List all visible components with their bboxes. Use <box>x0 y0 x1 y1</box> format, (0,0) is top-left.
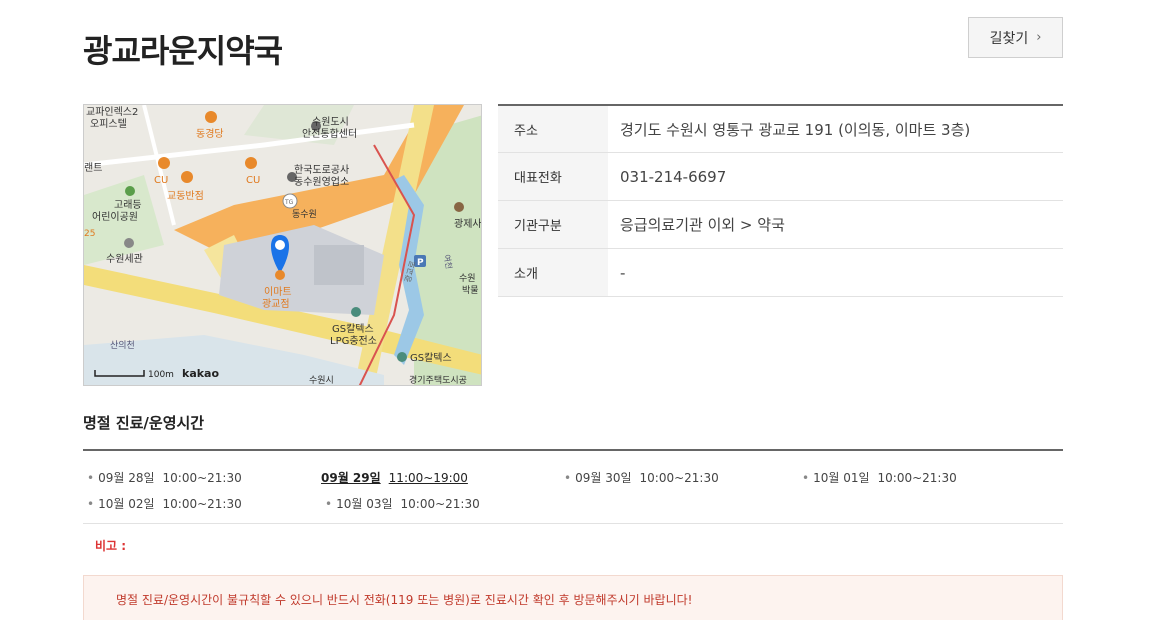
map-label: 교동반점 <box>167 190 204 202</box>
scale-label: 100m <box>148 370 174 380</box>
map-label: 동수원영업소 <box>294 175 349 188</box>
poi-icon <box>245 157 257 169</box>
route-button-label: 길찾기 <box>989 30 1029 47</box>
hour-date: 10월 03일 <box>336 497 393 511</box>
map-provider-logo: kakao <box>182 367 219 380</box>
hour-time: 10:00~21:30 <box>162 471 242 485</box>
poi-icon <box>158 157 170 169</box>
map-label: 고래등 <box>114 199 142 211</box>
map-label: 동수원 <box>292 209 317 220</box>
map-label: 경기주택도시공 <box>409 374 467 386</box>
map-label: 수원도시 <box>312 116 349 128</box>
map-label: GS칼텍스 <box>410 351 452 364</box>
info-row-phone: 대표전화 031-214-6697 <box>498 153 1063 201</box>
poi-icon <box>205 111 217 123</box>
map-label: 교파인렉스2 <box>86 106 138 118</box>
map-label: LPG충전소 <box>330 335 377 347</box>
map-label: 랜트 <box>84 162 102 174</box>
address-value: 경기도 수원시 영통구 광교로 191 (이의동, 이마트 3층) <box>620 120 971 139</box>
poi-icon <box>125 186 135 196</box>
info-label: 소개 <box>498 249 608 296</box>
poi-icon <box>275 270 285 280</box>
info-row-address: 주소 경기도 수원시 영통구 광교로 191 (이의동, 이마트 3층) <box>498 106 1063 153</box>
holiday-hours-list: • 09월 28일 10:00~21:30 09월 29일 11:00~19:00 •… <box>83 449 1063 524</box>
poi-icon <box>124 238 134 248</box>
poi-icon <box>454 202 464 212</box>
map-label: 25 <box>84 229 95 239</box>
info-label: 주소 <box>498 106 608 152</box>
hour-time: 10:00~21:30 <box>162 497 242 511</box>
chevron-right-icon: › <box>1036 30 1042 45</box>
map-label: 수원시 <box>309 375 334 386</box>
hour-time: 10:00~21:30 <box>400 497 480 511</box>
hour-date: 10월 02일 <box>98 497 155 511</box>
hour-time: 10:00~21:30 <box>639 471 719 485</box>
map-label: CU <box>246 175 260 186</box>
map-label: 안전통합센터 <box>302 128 357 140</box>
info-table: 주소 경기도 수원시 영통구 광교로 191 (이의동, 이마트 3층) 대표전… <box>498 104 1063 297</box>
category-value: 응급의료기관 이외 > 약국 <box>620 216 785 234</box>
hour-time: 10:00~21:30 <box>877 471 957 485</box>
hour-date: 09월 29일 <box>321 471 381 485</box>
map-label: 광제사 <box>454 218 482 230</box>
map-label: 어린이공원 <box>92 211 138 223</box>
note-label: 비고 : <box>95 539 127 553</box>
map-label: 산의천 <box>110 340 135 351</box>
poi-icon <box>181 171 193 183</box>
hour-date: 10월 01일 <box>813 471 870 485</box>
info-row-intro: 소개 - <box>498 249 1063 297</box>
parking-lot <box>314 245 364 285</box>
info-row-category: 기관구분 응급의료기관 이외 > 약국 <box>498 201 1063 249</box>
map-label: CU <box>154 175 168 186</box>
page-title: 광교라운지약국 <box>83 32 283 70</box>
map-label: GS칼텍스 <box>332 322 374 335</box>
hour-date: 09월 30일 <box>575 471 632 485</box>
map-label: 한국도로공사 <box>294 164 349 176</box>
map-label: TG <box>284 199 294 206</box>
list-item-today: 09월 29일 11:00~19:00 <box>321 469 468 486</box>
svg-text:P: P <box>417 258 424 268</box>
intro-value: - <box>620 263 626 282</box>
route-button[interactable]: 길찾기 › <box>968 17 1063 58</box>
map-label: 수원세관 <box>106 253 143 265</box>
list-item: • 10월 03일 10:00~21:30 <box>325 497 480 511</box>
notice-banner: 명절 진료/운영시간이 불규칙할 수 있으니 반드시 전화(119 또는 병원)… <box>83 575 1063 620</box>
map-label: 오피스텔 <box>90 118 127 130</box>
location-map[interactable]: P TG 교파인렉스2 오피스텔 동경당 수원도시 안전통합센터 랜트 CU 교… <box>83 104 482 386</box>
marker-center <box>275 240 285 250</box>
list-item: • 09월 30일 10:00~21:30 <box>564 471 719 485</box>
poi-icon <box>351 307 361 317</box>
holiday-section-title: 명절 진료/운영시간 <box>83 414 205 432</box>
info-label: 대표전화 <box>498 153 608 200</box>
list-item: • 10월 01일 10:00~21:30 <box>802 471 957 485</box>
map-label: 동경당 <box>196 127 224 140</box>
map-label: 이마트 <box>264 286 292 298</box>
info-label: 기관구분 <box>498 201 608 248</box>
list-item: • 10월 02일 10:00~21:30 <box>87 497 242 511</box>
hour-time: 11:00~19:00 <box>388 471 468 485</box>
map-label: 박물 <box>462 285 479 296</box>
map-label: 광교점 <box>262 298 290 310</box>
notice-text: 명절 진료/운영시간이 불규칙할 수 있으니 반드시 전화(119 또는 병원)… <box>116 592 693 607</box>
hour-date: 09월 28일 <box>98 471 155 485</box>
phone-value[interactable]: 031-214-6697 <box>608 153 1063 200</box>
poi-icon <box>397 352 407 362</box>
list-item: • 09월 28일 10:00~21:30 <box>87 471 242 485</box>
map-label: 수원 <box>459 273 476 284</box>
